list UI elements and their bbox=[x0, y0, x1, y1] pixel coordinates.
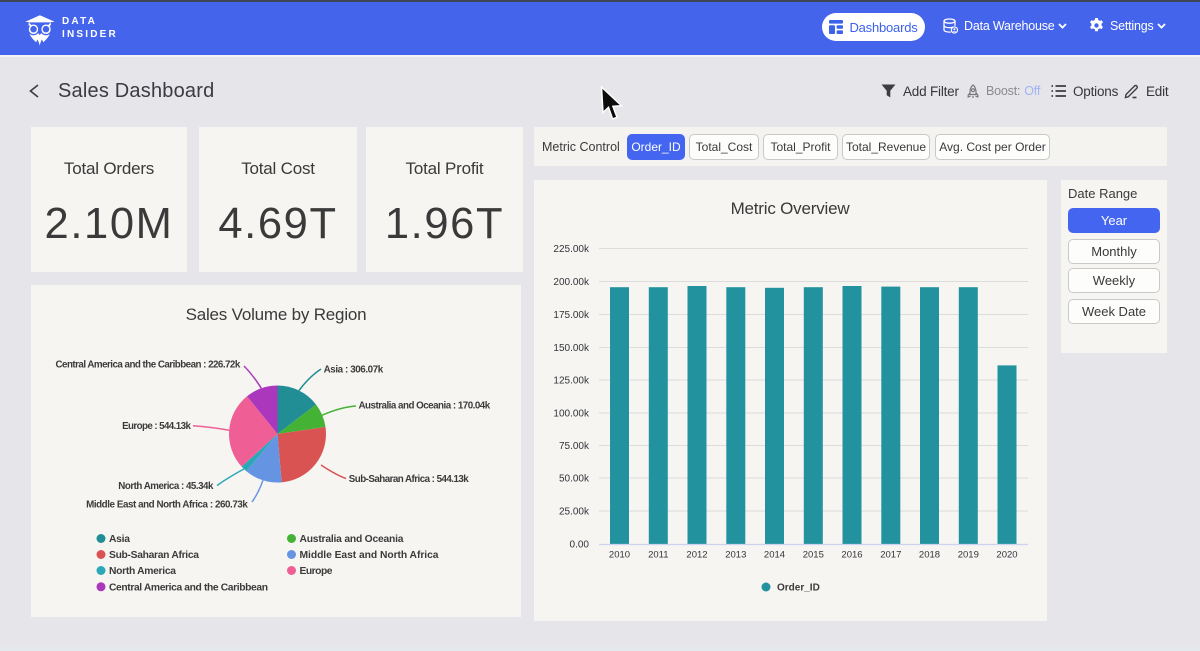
svg-text:2016: 2016 bbox=[841, 550, 862, 561]
svg-text:Middle East and North Africa: Middle East and North Africa bbox=[300, 550, 439, 561]
svg-text:Europe : 544.13k: Europe : 544.13k bbox=[122, 421, 191, 432]
svg-text:Australia and Oceania: Australia and Oceania bbox=[300, 534, 404, 545]
svg-text:2010: 2010 bbox=[609, 550, 630, 561]
svg-text:Asia : 306.07k: Asia : 306.07k bbox=[324, 365, 384, 376]
svg-text:2019: 2019 bbox=[958, 550, 979, 561]
svg-text:Sub-Saharan Africa: Sub-Saharan Africa bbox=[109, 550, 199, 561]
svg-text:2017: 2017 bbox=[880, 550, 901, 561]
svg-text:125.00k: 125.00k bbox=[553, 376, 590, 387]
svg-text:North America : 45.34k: North America : 45.34k bbox=[118, 481, 214, 492]
svg-text:75.00k: 75.00k bbox=[559, 441, 590, 452]
svg-text:200.00k: 200.00k bbox=[553, 277, 590, 288]
svg-text:Metric Overview: Metric Overview bbox=[731, 199, 851, 218]
svg-text:2011: 2011 bbox=[648, 550, 668, 561]
svg-text:Middle East and North Africa :: Middle East and North Africa : 260.73k bbox=[86, 500, 248, 511]
svg-text:2014: 2014 bbox=[764, 550, 785, 561]
svg-text:225.00k: 225.00k bbox=[553, 244, 590, 255]
svg-text:North America: North America bbox=[109, 566, 176, 577]
svg-text:150.00k: 150.00k bbox=[553, 343, 590, 354]
svg-text:2013: 2013 bbox=[725, 550, 746, 561]
svg-text:175.00k: 175.00k bbox=[553, 310, 590, 321]
svg-text:100.00k: 100.00k bbox=[553, 409, 590, 420]
svg-text:0.00: 0.00 bbox=[570, 540, 590, 551]
svg-text:2020: 2020 bbox=[996, 550, 1017, 561]
svg-text:Europe: Europe bbox=[300, 566, 333, 577]
svg-text:50.00k: 50.00k bbox=[559, 474, 590, 485]
svg-text:2015: 2015 bbox=[803, 550, 824, 561]
svg-text:2012: 2012 bbox=[686, 550, 707, 561]
svg-text:Central America and the Caribb: Central America and the Caribbean bbox=[109, 583, 268, 594]
svg-text:Sub-Saharan Africa : 544.13k: Sub-Saharan Africa : 544.13k bbox=[349, 474, 469, 485]
svg-text:2018: 2018 bbox=[919, 550, 940, 561]
svg-text:Central America and the Caribb: Central America and the Caribbean : 226.… bbox=[56, 360, 241, 371]
svg-text:Order_ID: Order_ID bbox=[777, 583, 820, 594]
svg-text:Australia and Oceania : 170.04: Australia and Oceania : 170.04k bbox=[359, 401, 491, 412]
svg-text:25.00k: 25.00k bbox=[559, 507, 590, 518]
svg-text:Asia: Asia bbox=[109, 534, 130, 545]
